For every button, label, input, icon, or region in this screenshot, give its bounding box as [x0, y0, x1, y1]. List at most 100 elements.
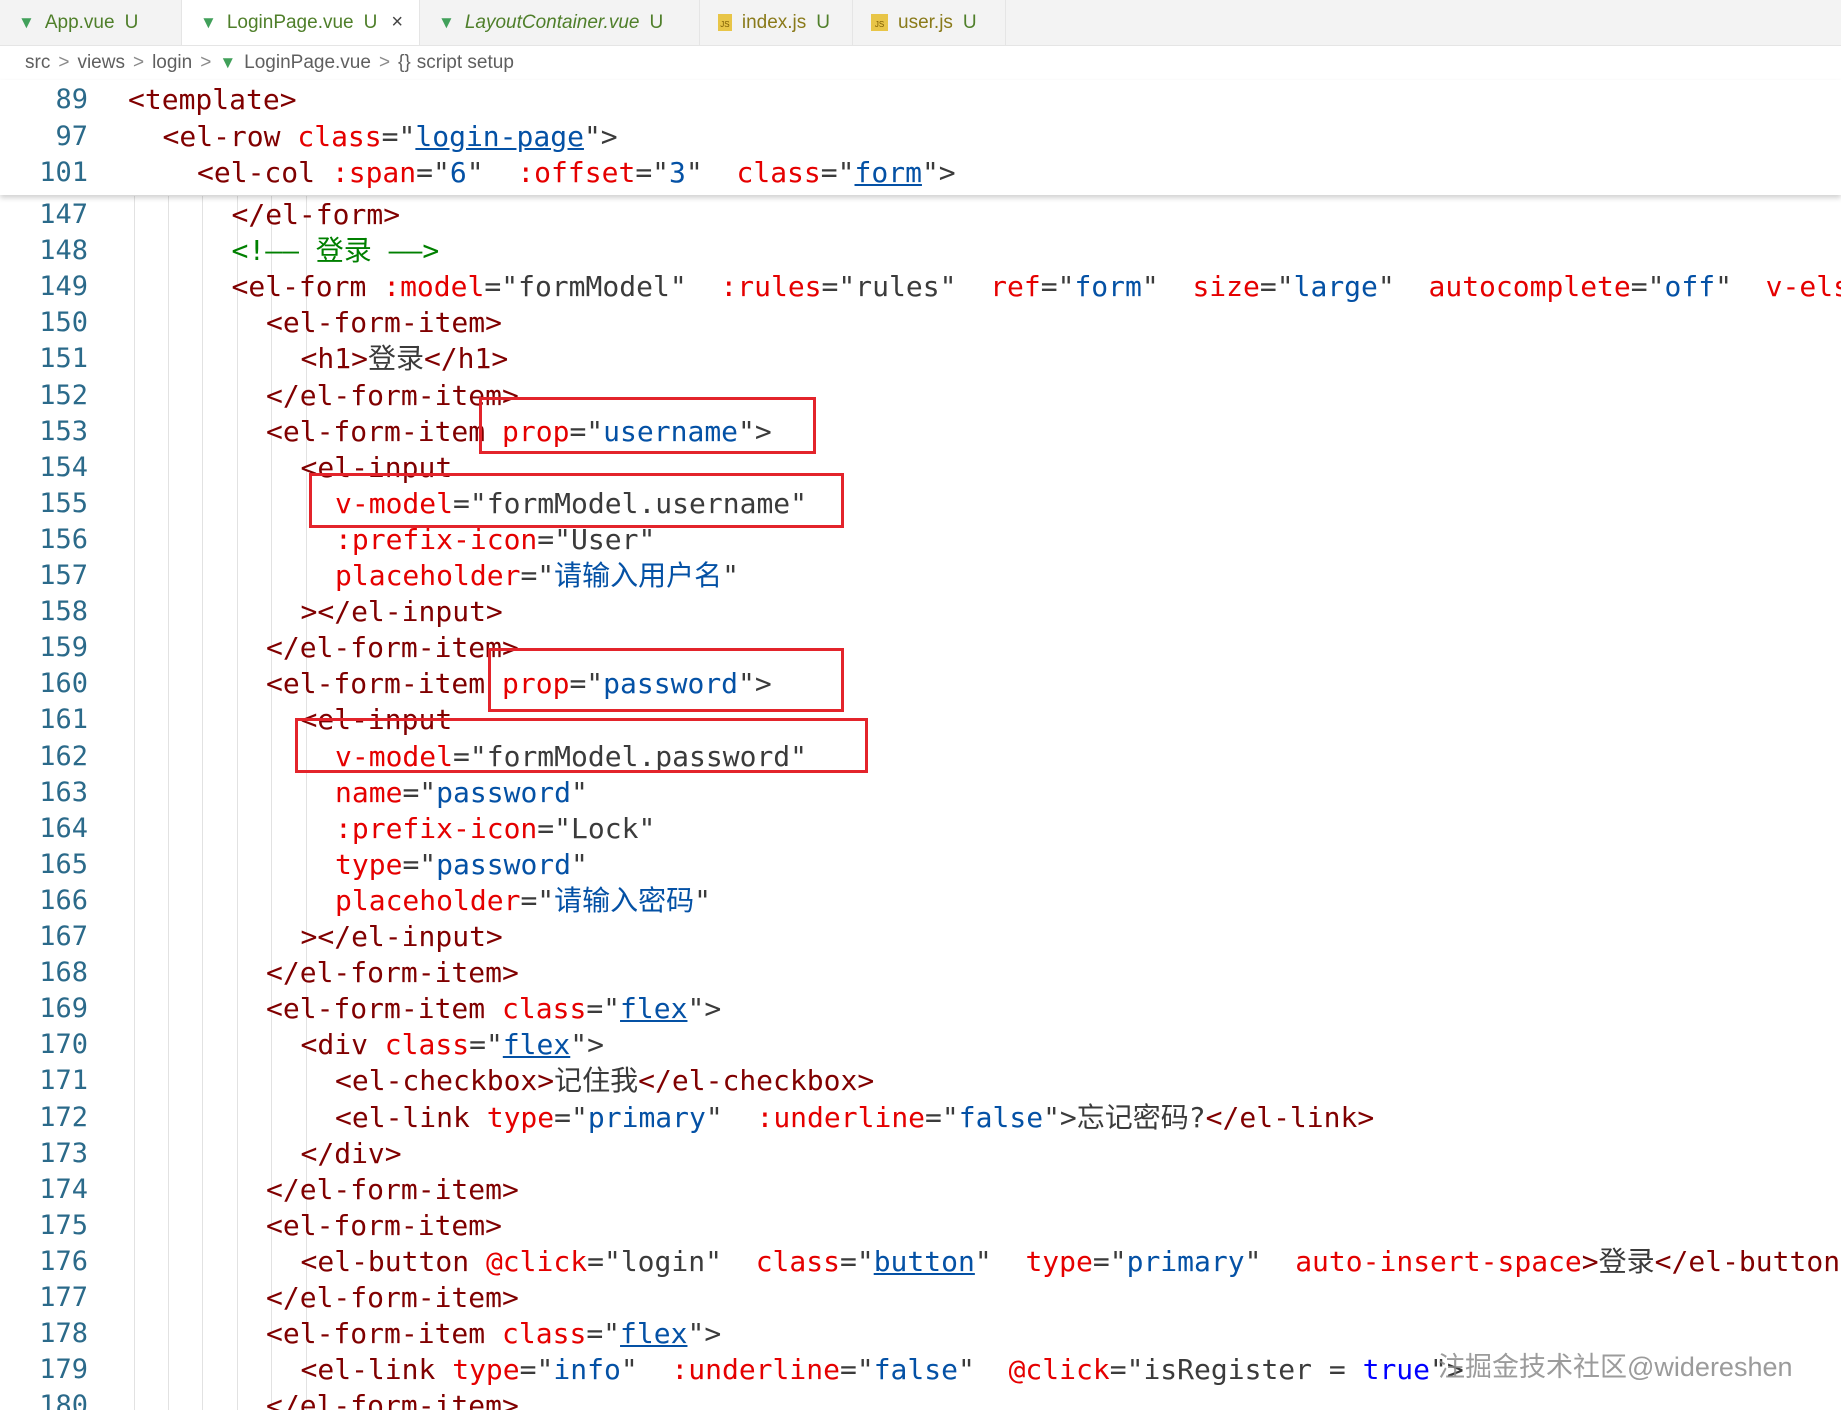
- code-line[interactable]: 164:prefix-icon="Lock": [0, 811, 1841, 847]
- git-status-badge: U: [363, 11, 378, 33]
- code-token: <el-input: [300, 450, 453, 484]
- code-line[interactable]: 97 <el-row class="login-page">: [0, 119, 1841, 155]
- code-token: 请输入密码: [554, 883, 695, 917]
- code-line[interactable]: 155 v-model="formModel.username": [0, 486, 1841, 522]
- code-token: ref: [990, 270, 1041, 304]
- code-content: <h1>登录</h1>: [301, 341, 509, 377]
- code-line[interactable]: 180 </el-form-item>: [0, 1388, 1841, 1410]
- code-line[interactable]: 150 <el-form-item>: [0, 305, 1841, 341]
- code-line[interactable]: 169 <el-form-item class="flex">: [0, 991, 1841, 1027]
- code-content: <el-input: [301, 450, 453, 486]
- code-token: =": [520, 883, 555, 917]
- breadcrumb-item-views[interactable]: views: [77, 52, 125, 74]
- code-line[interactable]: 171 <el-checkbox>记住我</el-checkbox>: [0, 1063, 1841, 1099]
- line-number: 174: [39, 1173, 88, 1205]
- code-token: password: [603, 667, 739, 701]
- code-line[interactable]: 170 <div class="flex">: [0, 1027, 1841, 1063]
- code-line[interactable]: 154 <el-input: [0, 450, 1841, 486]
- breadcrumb-item-src[interactable]: src: [25, 52, 50, 74]
- code-token: autocomplete: [1428, 270, 1631, 304]
- code-line[interactable]: 165 type="password": [0, 847, 1841, 883]
- code-content: <el-form-item class="flex">: [266, 991, 721, 1027]
- code-token: ": [638, 522, 656, 556]
- git-status-badge: U: [649, 11, 664, 33]
- code-token: =": [925, 1100, 959, 1134]
- code-line[interactable]: 158 ></el-input>: [0, 594, 1841, 630]
- code-token: <el-button: [300, 1244, 486, 1278]
- code-content: </el-form-item>: [266, 1388, 519, 1410]
- tab-layoutcontainer-vue[interactable]: ▼ LayoutContainer.vue U: [420, 0, 700, 45]
- line-number: 178: [39, 1318, 88, 1350]
- code-line[interactable]: 172 <el-link type="primary" :underline="f…: [0, 1100, 1841, 1136]
- line-number: 151: [39, 343, 88, 375]
- code-line[interactable]: 89 <template>: [0, 82, 1841, 118]
- code-token: class: [755, 1244, 840, 1278]
- sticky-scroll-header: 89 <template> 97 <el-row class="login-page"…: [0, 80, 1841, 195]
- code-editor[interactable]: 147 </el-form> 148 <!—— 登录 ——> 149 <el-form :…: [0, 196, 1841, 1410]
- code-line[interactable]: 157 placeholder="请输入用户名": [0, 558, 1841, 594]
- code-line[interactable]: 173 </div>: [0, 1136, 1841, 1172]
- code-content: :prefix-icon="Lock": [335, 811, 655, 847]
- line-number: 177: [39, 1282, 88, 1313]
- breadcrumb-item-login[interactable]: login: [152, 52, 192, 74]
- code-token: login: [620, 1244, 706, 1278]
- code-content: <el-button @click="login" class="button"…: [301, 1244, 1841, 1280]
- line-number: 171: [39, 1065, 88, 1097]
- code-line[interactable]: 147 </el-form>: [0, 197, 1841, 233]
- code-token: ": [1377, 270, 1429, 304]
- code-line[interactable]: 101 <el-col :span="6" :offset="3" class="…: [0, 155, 1841, 191]
- code-token: ">: [687, 1317, 722, 1351]
- code-line[interactable]: 152 </el-form-item>: [0, 378, 1841, 414]
- code-token: flex: [620, 1317, 688, 1351]
- code-line[interactable]: 163 name="password": [0, 775, 1841, 811]
- code-line[interactable]: 159 </el-form-item>: [0, 630, 1841, 666]
- code-line[interactable]: 161 <el-input: [0, 702, 1841, 738]
- code-token: =": [1040, 270, 1075, 304]
- code-token: formModel.password: [486, 739, 791, 773]
- tab-index-js[interactable]: JS index.js U: [700, 0, 853, 45]
- breadcrumb-item-file[interactable]: LoginPage.vue: [244, 52, 371, 74]
- code-line[interactable]: 151 <h1>登录</h1>: [0, 341, 1841, 377]
- code-token: :underline: [671, 1353, 840, 1387]
- code-line[interactable]: 177 </el-form-item>: [0, 1280, 1841, 1316]
- code-line[interactable]: 148 <!—— 登录 ——>: [0, 233, 1841, 269]
- code-line[interactable]: 168 </el-form-item>: [0, 955, 1841, 991]
- line-number: 172: [39, 1101, 88, 1133]
- code-token: ": [1141, 270, 1193, 304]
- code-line[interactable]: 166 placeholder="请输入密码": [0, 883, 1841, 919]
- code-content: </el-form-item>: [266, 378, 519, 414]
- code-token: =": [453, 739, 487, 773]
- code-token: <el-form-item: [266, 414, 503, 448]
- tab-app-vue[interactable]: ▼ App.vue U: [0, 0, 182, 45]
- code-line[interactable]: 162 v-model="formModel.password": [0, 739, 1841, 775]
- code-token: =": [820, 156, 855, 189]
- code-line[interactable]: 167 ></el-input>: [0, 919, 1841, 955]
- code-content: type="password": [335, 847, 588, 883]
- tab-user-js[interactable]: JS user.js U: [853, 0, 1006, 45]
- line-number: 157: [39, 560, 88, 591]
- code-line[interactable]: 175 <el-form-item>: [0, 1208, 1841, 1244]
- code-token: =": [537, 811, 572, 845]
- code-token: 6: [449, 156, 467, 189]
- code-line[interactable]: 153 <el-form-item prop="username">: [0, 414, 1841, 450]
- code-token: </h1>: [423, 342, 509, 376]
- code-line[interactable]: 149 <el-form :model="formModel" :rules="r…: [0, 269, 1841, 305]
- code-token: </el-button>: [1654, 1244, 1841, 1278]
- code-token: </div>: [300, 1136, 402, 1170]
- code-line[interactable]: 174 </el-form-item>: [0, 1172, 1841, 1208]
- code-token: </el-form-item>: [266, 1389, 519, 1410]
- code-token: class: [736, 156, 821, 189]
- code-token: primary: [1126, 1244, 1245, 1278]
- code-line[interactable]: 176 <el-button @click="login" class="butt…: [0, 1244, 1841, 1280]
- code-line[interactable]: 160 <el-form-item prop="password">: [0, 666, 1841, 702]
- code-token: <el-form-item>: [266, 306, 503, 340]
- code-line[interactable]: 156:prefix-icon="User": [0, 522, 1841, 558]
- vue-icon: ▼: [200, 12, 217, 32]
- close-icon[interactable]: ×: [391, 11, 403, 34]
- code-token: >: [1581, 1244, 1599, 1278]
- code-content: <el-form-item prop="password">: [266, 666, 772, 702]
- code-token: ">: [1043, 1100, 1077, 1134]
- code-token: =": [821, 270, 856, 304]
- tab-loginpage-vue[interactable]: ▼ LoginPage.vue U ×: [182, 0, 420, 45]
- breadcrumb-item-symbol[interactable]: script setup: [417, 52, 514, 74]
